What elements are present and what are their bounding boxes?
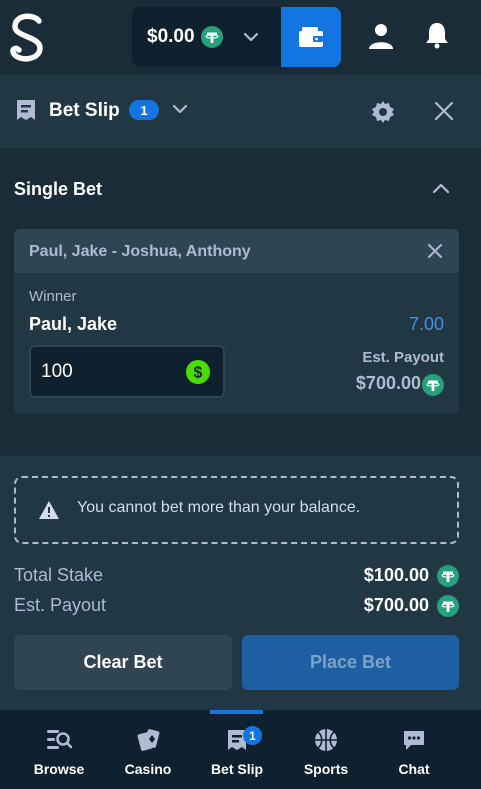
bottom-nav: Browse Casino 1 Bet Slip Sports Chat — [0, 710, 481, 789]
close-icon[interactable] — [427, 243, 443, 259]
stake-input-wrapper: $ — [29, 345, 225, 398]
nav-badge: 1 — [243, 726, 262, 745]
top-bar: $0.00 — [0, 0, 481, 75]
nav-label: Chat — [398, 761, 430, 777]
stake-input[interactable] — [41, 360, 171, 384]
total-stake-value: $100.00 — [363, 565, 429, 585]
nav-casino[interactable]: Casino — [103, 710, 193, 789]
svg-text:$: $ — [194, 365, 203, 382]
bet-slip-footer: You cannot bet more than your balance. T… — [0, 456, 481, 710]
nav-label: Browse — [33, 761, 85, 777]
bet-slip-title: Bet Slip — [49, 100, 120, 121]
casino-icon — [137, 729, 160, 751]
bet-slip-header: Bet Slip 1 — [0, 75, 481, 148]
browse-icon — [47, 730, 72, 749]
payout-value: $700.00 — [355, 373, 421, 393]
nav-bet-slip[interactable]: 1 Bet Slip — [192, 710, 282, 789]
chat-icon — [404, 731, 424, 750]
place-bet-button[interactable]: Place Bet — [242, 635, 459, 690]
wallet-balance-dropdown[interactable]: $0.00 — [132, 7, 281, 67]
wallet-icon — [299, 27, 323, 47]
balance-warning: You cannot bet more than your balance. — [14, 476, 459, 544]
odds-value: 7.00 — [408, 314, 444, 334]
warning-icon — [39, 501, 59, 519]
sports-icon — [315, 729, 337, 751]
gear-icon[interactable] — [371, 100, 395, 124]
nav-label: Sports — [303, 761, 349, 777]
section-title: Single Bet — [14, 179, 103, 199]
clear-bet-button[interactable]: Clear Bet — [14, 635, 232, 690]
nav-browse[interactable]: Browse — [14, 710, 104, 789]
bet-slip-icon — [17, 100, 35, 120]
nav-label: Casino — [124, 761, 172, 777]
warning-text: You cannot bet more than your balance. — [77, 499, 361, 516]
market-name: Winner — [29, 288, 77, 305]
est-payout-value: $700.00 — [363, 595, 429, 615]
nav-sports[interactable]: Sports — [281, 710, 371, 789]
nav-label: Bet Slip — [210, 761, 264, 777]
wallet-button[interactable] — [281, 7, 341, 67]
tether-coin-icon — [200, 26, 223, 48]
bet-card: Paul, Jake - Joshua, Anthony Winner Paul… — [14, 229, 459, 414]
user-icon[interactable] — [367, 22, 395, 50]
bet-slip-content: Single Bet Paul, Jake - Joshua, Anthony … — [0, 148, 481, 456]
tether-coin-icon — [437, 565, 459, 587]
chevron-up-icon[interactable] — [431, 181, 451, 195]
nav-chat[interactable]: Chat — [369, 710, 459, 789]
stake-logo[interactable] — [8, 12, 48, 64]
tether-coin-icon — [422, 374, 444, 396]
chevron-down-icon[interactable] — [171, 100, 189, 118]
selection-name: Paul, Jake — [29, 314, 118, 334]
balance-amount: $0.00 — [147, 26, 195, 47]
active-indicator — [210, 710, 263, 714]
total-stake-label: Total Stake — [14, 565, 104, 585]
tether-coin-icon — [437, 595, 459, 617]
chevron-down-icon — [243, 32, 258, 42]
bell-icon[interactable] — [423, 21, 451, 49]
bet-count-badge: 1 — [129, 100, 159, 120]
payout-label: Est. Payout — [362, 349, 444, 366]
close-icon[interactable] — [433, 100, 455, 122]
est-payout-label: Est. Payout — [14, 595, 107, 615]
event-name[interactable]: Paul, Jake - Joshua, Anthony — [29, 243, 251, 261]
bet-card-header: Paul, Jake - Joshua, Anthony — [14, 229, 459, 273]
dollar-coin-icon: $ — [186, 360, 210, 384]
